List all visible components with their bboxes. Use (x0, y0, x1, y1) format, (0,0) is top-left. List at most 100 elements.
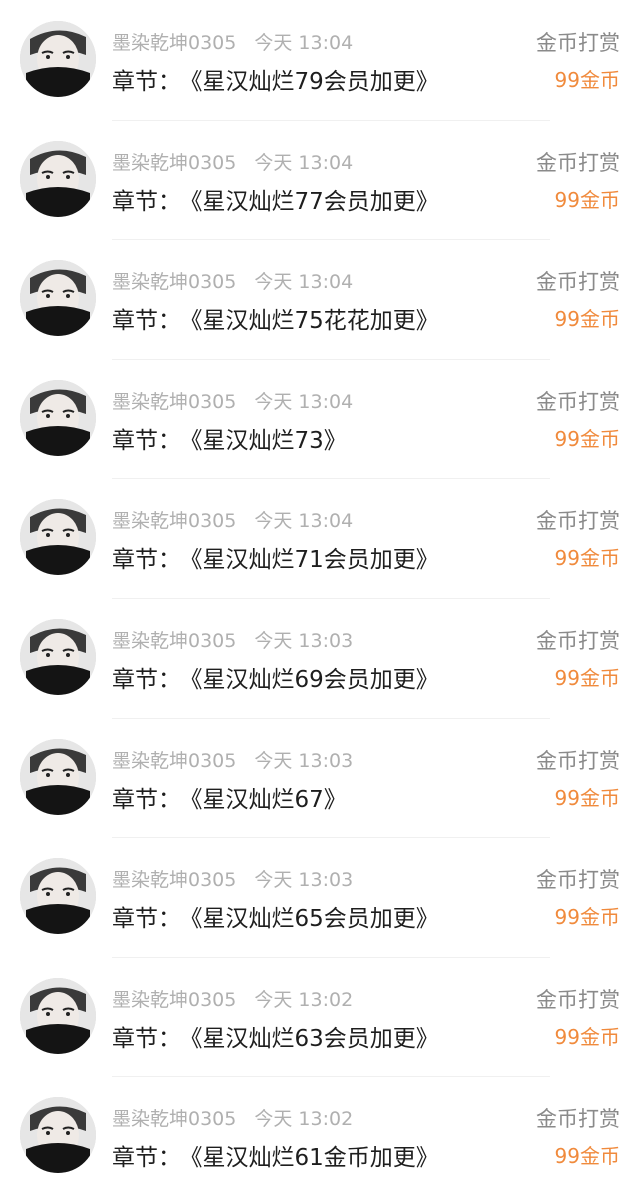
chapter-title[interactable]: 《星汉灿烂75花花加更》 (191, 308, 439, 334)
user-avatar-icon[interactable] (20, 260, 96, 337)
chapter-title[interactable]: 《星汉灿烂61金币加更》 (191, 1145, 439, 1171)
timestamp: 今天 13:04 (254, 151, 354, 174)
chapter-prefix: 章节： (112, 666, 181, 693)
username[interactable]: 墨染乾坤0305 (112, 1108, 236, 1130)
reward-type: 金币打赏 (536, 509, 620, 534)
user-avatar-icon[interactable] (20, 738, 96, 815)
username[interactable]: 墨染乾坤0305 (112, 510, 236, 532)
chapter-line: 章节： 《星汉灿烂69会员加更》 (112, 660, 439, 694)
avatar-image (20, 260, 96, 337)
avatar-image (20, 21, 96, 97)
record-meta: 墨染乾坤0305 今天 13:04 (112, 28, 353, 55)
chapter-line: 章节： 《星汉灿烂77会员加更》 (112, 182, 439, 216)
chapter-line: 章节： 《星汉灿烂67》 (112, 780, 347, 814)
reward-type: 金币打赏 (536, 150, 620, 175)
record-meta: 墨染乾坤0305 今天 13:02 (112, 985, 353, 1012)
user-avatar-icon[interactable] (20, 977, 96, 1054)
user-avatar-icon[interactable] (20, 140, 96, 217)
list-item[interactable]: 墨染乾坤0305 今天 13:04 章节： 《星汉灿烂77会员加更》 金币打赏 99… (0, 119, 640, 240)
chapter-prefix: 章节： (112, 188, 181, 215)
chapter-prefix: 章节： (112, 1145, 181, 1172)
reward-amount: 99金币 (554, 785, 620, 810)
user-avatar-icon[interactable] (20, 21, 96, 97)
list-item[interactable]: 墨染乾坤0305 今天 13:03 章节： 《星汉灿烂67》 金币打赏 99金币 (0, 717, 640, 838)
avatar-image (20, 618, 96, 695)
reward-amount: 99金币 (554, 1144, 620, 1169)
timestamp: 今天 13:04 (254, 32, 354, 54)
chapter-title[interactable]: 《星汉灿烂65会员加更》 (191, 906, 439, 932)
timestamp: 今天 13:03 (254, 749, 354, 772)
list-item[interactable]: 墨染乾坤0305 今天 13:04 章节： 《星汉灿烂71会员加更》 金币打赏 99… (0, 478, 640, 598)
list-item[interactable]: 墨染乾坤0305 今天 13:02 章节： 《星汉灿烂61金币加更》 金币打赏 99… (0, 1076, 640, 1196)
username[interactable]: 墨染乾坤0305 (112, 869, 236, 891)
avatar-image (20, 499, 96, 576)
reward-amount: 99金币 (554, 426, 620, 451)
chapter-prefix: 章节： (112, 547, 181, 574)
reward-type: 金币打赏 (536, 1107, 620, 1132)
timestamp: 今天 13:02 (254, 1108, 354, 1131)
chapter-line: 章节： 《星汉灿烂75花花加更》 (112, 301, 439, 335)
timestamp: 今天 13:02 (254, 988, 354, 1011)
reward-type: 金币打赏 (536, 748, 620, 773)
chapter-line: 章节： 《星汉灿烂71会员加更》 (112, 540, 439, 574)
chapter-prefix: 章节： (112, 427, 181, 454)
reward-type: 金币打赏 (536, 868, 620, 893)
chapter-title[interactable]: 《星汉灿烂67》 (191, 787, 347, 813)
reward-type: 金币打赏 (536, 270, 620, 295)
reward-type: 金币打赏 (536, 987, 620, 1012)
chapter-title[interactable]: 《星汉灿烂69会员加更》 (191, 667, 439, 693)
reward-type: 金币打赏 (536, 31, 620, 55)
chapter-prefix: 章节： (112, 906, 181, 933)
list-item[interactable]: 墨染乾坤0305 今天 13:04 章节： 《星汉灿烂79会员加更》 金币打赏 99… (0, 0, 640, 120)
username[interactable]: 墨染乾坤0305 (112, 32, 236, 54)
username[interactable]: 墨染乾坤0305 (112, 989, 236, 1011)
reward-amount: 99金币 (554, 307, 620, 332)
avatar-image (20, 1097, 96, 1174)
chapter-title[interactable]: 《星汉灿烂63会员加更》 (191, 1026, 439, 1052)
list-item[interactable]: 墨染乾坤0305 今天 13:03 章节： 《星汉灿烂65会员加更》 金币打赏 99… (0, 837, 640, 957)
timestamp: 今天 13:04 (254, 510, 354, 533)
username[interactable]: 墨染乾坤0305 (112, 630, 236, 652)
record-meta: 墨染乾坤0305 今天 13:03 (112, 865, 353, 892)
chapter-line: 章节： 《星汉灿烂63会员加更》 (112, 1019, 439, 1053)
chapter-title[interactable]: 《星汉灿烂71会员加更》 (191, 547, 439, 573)
user-avatar-icon[interactable] (20, 858, 96, 935)
reward-amount: 99金币 (554, 1024, 620, 1049)
chapter-title[interactable]: 《星汉灿烂79会员加更》 (191, 69, 439, 95)
record-meta: 墨染乾坤0305 今天 13:04 (112, 387, 353, 414)
timestamp: 今天 13:03 (254, 869, 354, 892)
record-meta: 墨染乾坤0305 今天 13:04 (112, 506, 353, 533)
username[interactable]: 墨染乾坤0305 (112, 750, 236, 772)
chapter-prefix: 章节： (112, 69, 181, 95)
chapter-title[interactable]: 《星汉灿烂73》 (191, 428, 347, 454)
list-item[interactable]: 墨染乾坤0305 今天 13:03 章节： 《星汉灿烂69会员加更》 金币打赏 99… (0, 597, 640, 718)
reward-amount: 99金币 (554, 905, 620, 930)
timestamp: 今天 13:03 (254, 629, 354, 652)
list-item[interactable]: 墨染乾坤0305 今天 13:04 章节： 《星汉灿烂75花花加更》 金币打赏 99… (0, 239, 640, 359)
reward-type: 金币打赏 (536, 628, 620, 653)
reward-type: 金币打赏 (536, 389, 620, 414)
username[interactable]: 墨染乾坤0305 (112, 152, 236, 174)
timestamp: 今天 13:04 (254, 390, 354, 413)
record-meta: 墨染乾坤0305 今天 13:04 (112, 148, 353, 175)
user-avatar-icon[interactable] (20, 499, 96, 576)
list-item[interactable]: 墨染乾坤0305 今天 13:02 章节： 《星汉灿烂63会员加更》 金币打赏 99… (0, 956, 640, 1077)
chapter-line: 章节： 《星汉灿烂73》 (112, 421, 347, 455)
user-avatar-icon[interactable] (20, 1097, 96, 1174)
user-avatar-icon[interactable] (20, 379, 96, 456)
user-avatar-icon[interactable] (20, 618, 96, 695)
chapter-line: 章节： 《星汉灿烂65会员加更》 (112, 899, 439, 933)
chapter-prefix: 章节： (112, 1025, 181, 1052)
reward-amount: 99金币 (554, 665, 620, 690)
reward-record-list: 墨染乾坤0305 今天 13:04 章节： 《星汉灿烂79会员加更》 金币打赏 99… (0, 0, 640, 1196)
username[interactable]: 墨染乾坤0305 (112, 271, 236, 293)
avatar-image (20, 379, 96, 456)
chapter-title[interactable]: 《星汉灿烂77会员加更》 (191, 189, 439, 215)
record-meta: 墨染乾坤0305 今天 13:03 (112, 626, 353, 653)
avatar-image (20, 858, 96, 935)
list-item[interactable]: 墨染乾坤0305 今天 13:04 章节： 《星汉灿烂73》 金币打赏 99金币 (0, 358, 640, 479)
chapter-prefix: 章节： (112, 308, 181, 335)
avatar-image (20, 140, 96, 217)
username[interactable]: 墨染乾坤0305 (112, 391, 236, 413)
reward-amount: 99金币 (554, 187, 620, 212)
